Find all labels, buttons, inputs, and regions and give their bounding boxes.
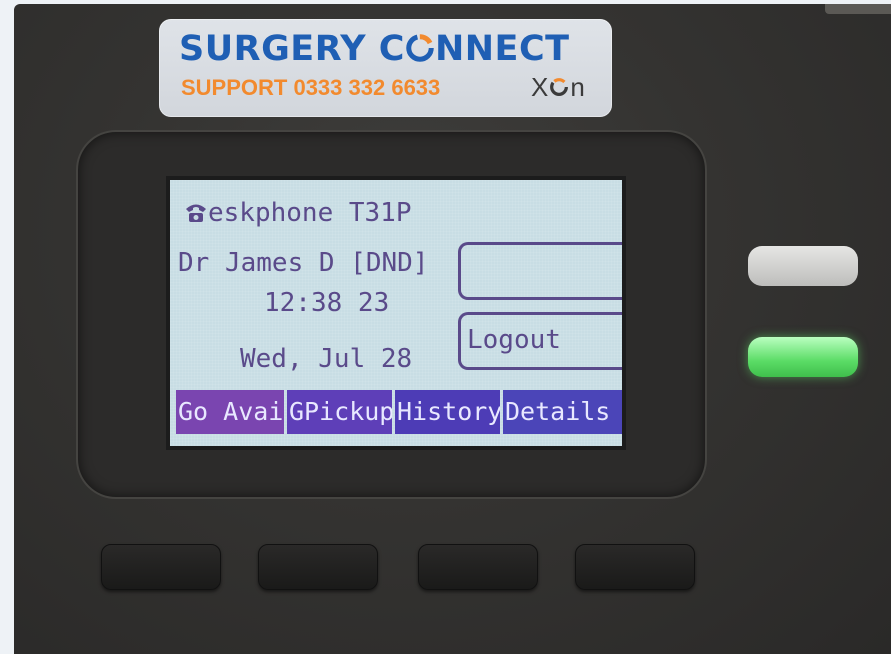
softkey-gpickup[interactable]: GPickup [287,390,392,434]
line-key-2-button-lit[interactable] [748,337,858,377]
user-status: Dr James D [DND] [178,248,429,278]
clock-date: Wed, Jul 28 [240,344,413,374]
lcd-title: eskphone T31P [184,198,412,228]
support-sticker: SURGERY C NNECT SUPPORT 0333 332 6633 X … [159,19,612,117]
brand-name: SURGERY C NNECT [179,29,570,69]
brand-prefix: SURGERY C [179,29,405,69]
softkey-button-1[interactable] [101,544,221,590]
clock-time: 12:38 23 [264,288,390,318]
phone-model: eskphone T31P [208,198,412,228]
lcd-screen: eskphone T31P Dr James D [DND] 12:38 23 … [166,176,626,450]
xon-logo: X n [531,72,585,103]
logout-label: Logout [467,325,561,355]
xon-logo-x: X [531,72,549,102]
xon-logo-n: n [570,72,585,102]
softkey-button-3[interactable] [418,544,538,590]
xon-o-icon [550,78,569,96]
support-phone-number: SUPPORT 0333 332 6633 [181,75,441,100]
phone-top-edge [825,4,891,14]
softkey-go-available[interactable]: Go Avai [176,390,284,434]
softkey-details[interactable]: Details [503,390,622,434]
phone-handset-icon [186,204,206,222]
softkey-history[interactable]: History [395,390,500,434]
o-swirl-logo-icon [406,34,434,62]
logout-line-key-label[interactable]: Logout [458,312,622,370]
brand-suffix: NNECT [434,29,570,69]
line-key-label-1[interactable] [458,242,622,300]
line-key-1-button[interactable] [748,246,858,286]
softkey-button-4[interactable] [575,544,695,590]
softkey-bar: Go Avai GPickup History Details [176,390,622,434]
softkey-button-2[interactable] [258,544,378,590]
